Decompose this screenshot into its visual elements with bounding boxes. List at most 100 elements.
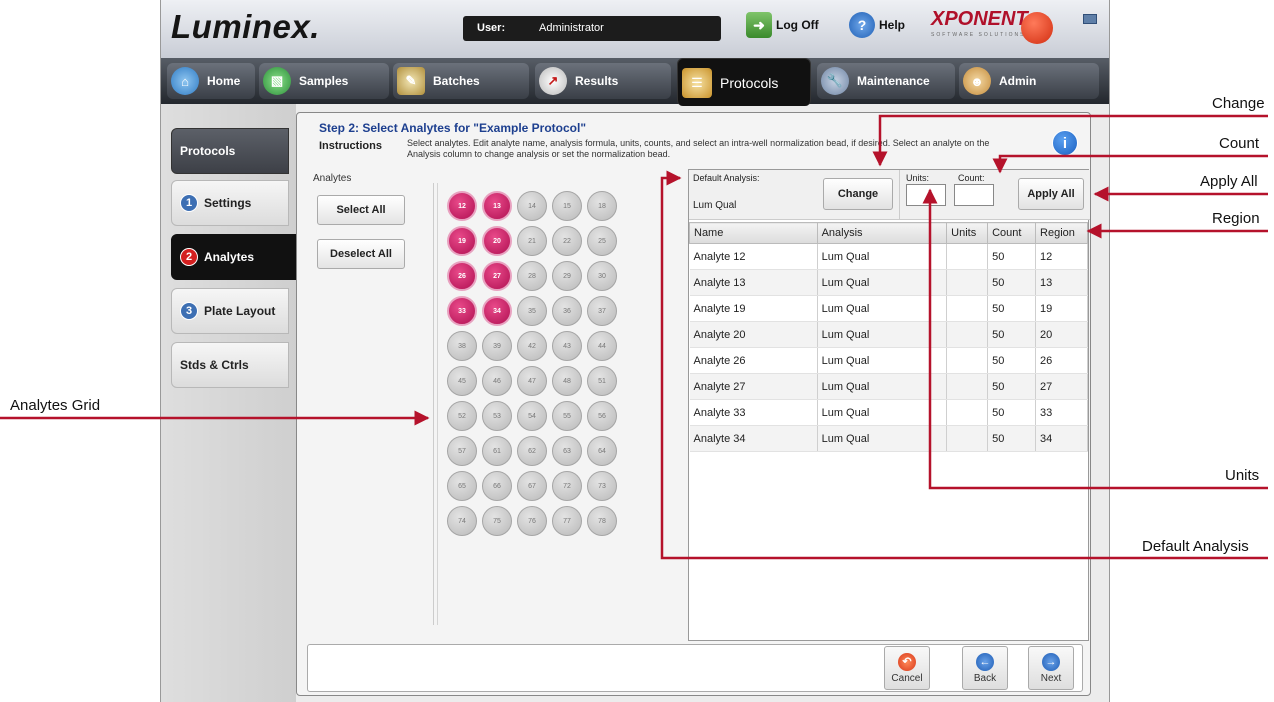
analyte-bead-33[interactable]: 33 bbox=[447, 296, 477, 326]
analyte-bead-12[interactable]: 12 bbox=[447, 191, 477, 221]
table-cell-analysis[interactable]: Lum Qual bbox=[817, 269, 948, 296]
table-cell-units[interactable] bbox=[946, 269, 989, 296]
analyte-bead-62[interactable]: 62 bbox=[517, 436, 547, 466]
tab-protocols[interactable]: ☰ Protocols bbox=[677, 58, 811, 106]
table-cell-units[interactable] bbox=[946, 373, 989, 400]
analyte-bead-54[interactable]: 54 bbox=[517, 401, 547, 431]
table-cell-analysis[interactable]: Lum Qual bbox=[817, 347, 948, 374]
table-cell-units[interactable] bbox=[946, 243, 989, 270]
help-button[interactable]: ? Help bbox=[849, 12, 905, 38]
table-cell-units[interactable] bbox=[946, 399, 989, 426]
analyte-bead-44[interactable]: 44 bbox=[587, 331, 617, 361]
table-cell-name[interactable]: Analyte 26 bbox=[689, 347, 818, 374]
analyte-bead-14[interactable]: 14 bbox=[517, 191, 547, 221]
table-cell-name[interactable]: Analyte 12 bbox=[689, 243, 818, 270]
analyte-bead-52[interactable]: 52 bbox=[447, 401, 477, 431]
info-icon[interactable]: i bbox=[1052, 130, 1078, 156]
table-cell-count[interactable]: 50 bbox=[987, 373, 1037, 400]
analyte-bead-75[interactable]: 75 bbox=[482, 506, 512, 536]
analyte-bead-64[interactable]: 64 bbox=[587, 436, 617, 466]
tab-maintenance[interactable]: 🔧 Maintenance bbox=[817, 63, 955, 99]
table-row[interactable]: Analyte 20 Lum Qual 50 20 bbox=[689, 321, 1088, 348]
analyte-bead-73[interactable]: 73 bbox=[587, 471, 617, 501]
table-row[interactable]: Analyte 26 Lum Qual 50 26 bbox=[689, 347, 1088, 374]
analyte-bead-26[interactable]: 26 bbox=[447, 261, 477, 291]
analyte-bead-39[interactable]: 39 bbox=[482, 331, 512, 361]
sidebar-item-protocols[interactable]: Protocols bbox=[171, 128, 289, 174]
column-header-count[interactable]: Count bbox=[987, 222, 1037, 244]
table-cell-count[interactable]: 50 bbox=[987, 321, 1037, 348]
table-cell-count[interactable]: 50 bbox=[987, 295, 1037, 322]
analyte-bead-74[interactable]: 74 bbox=[447, 506, 477, 536]
analyte-bead-72[interactable]: 72 bbox=[552, 471, 582, 501]
column-header-region[interactable]: Region bbox=[1035, 222, 1088, 244]
analyte-bead-18[interactable]: 18 bbox=[587, 191, 617, 221]
table-cell-count[interactable]: 50 bbox=[987, 399, 1037, 426]
table-cell-analysis[interactable]: Lum Qual bbox=[817, 425, 948, 452]
deselect-all-button[interactable]: Deselect All bbox=[317, 239, 405, 269]
analyte-bead-76[interactable]: 76 bbox=[517, 506, 547, 536]
analyte-bead-42[interactable]: 42 bbox=[517, 331, 547, 361]
table-cell-region[interactable]: 13 bbox=[1035, 269, 1088, 296]
tab-results[interactable]: ↗ Results bbox=[535, 63, 671, 99]
analyte-bead-21[interactable]: 21 bbox=[517, 226, 547, 256]
analyte-bead-77[interactable]: 77 bbox=[552, 506, 582, 536]
analyte-bead-53[interactable]: 53 bbox=[482, 401, 512, 431]
analyte-bead-30[interactable]: 30 bbox=[587, 261, 617, 291]
table-cell-region[interactable]: 33 bbox=[1035, 399, 1088, 426]
window-minimize-button[interactable] bbox=[1083, 14, 1097, 24]
tab-batches[interactable]: ✎ Batches bbox=[393, 63, 529, 99]
table-cell-analysis[interactable]: Lum Qual bbox=[817, 399, 948, 426]
analyte-bead-46[interactable]: 46 bbox=[482, 366, 512, 396]
analyte-bead-57[interactable]: 57 bbox=[447, 436, 477, 466]
analyte-bead-20[interactable]: 20 bbox=[482, 226, 512, 256]
table-cell-units[interactable] bbox=[946, 425, 989, 452]
table-row[interactable]: Analyte 33 Lum Qual 50 33 bbox=[689, 399, 1088, 426]
analyte-bead-47[interactable]: 47 bbox=[517, 366, 547, 396]
table-cell-analysis[interactable]: Lum Qual bbox=[817, 373, 948, 400]
analyte-bead-37[interactable]: 37 bbox=[587, 296, 617, 326]
table-cell-units[interactable] bbox=[946, 321, 989, 348]
tab-admin[interactable]: ☻ Admin bbox=[959, 63, 1099, 99]
analyte-bead-66[interactable]: 66 bbox=[482, 471, 512, 501]
select-all-button[interactable]: Select All bbox=[317, 195, 405, 225]
analyte-bead-29[interactable]: 29 bbox=[552, 261, 582, 291]
sidebar-item-plate-layout[interactable]: 3 Plate Layout bbox=[171, 288, 289, 334]
analyte-bead-63[interactable]: 63 bbox=[552, 436, 582, 466]
table-cell-count[interactable]: 50 bbox=[987, 425, 1037, 452]
tab-samples[interactable]: ▧ Samples bbox=[259, 63, 389, 99]
analyte-bead-25[interactable]: 25 bbox=[587, 226, 617, 256]
analyte-bead-36[interactable]: 36 bbox=[552, 296, 582, 326]
count-input[interactable] bbox=[954, 184, 994, 206]
analyte-bead-56[interactable]: 56 bbox=[587, 401, 617, 431]
table-cell-analysis[interactable]: Lum Qual bbox=[817, 321, 948, 348]
analyte-bead-28[interactable]: 28 bbox=[517, 261, 547, 291]
analyte-bead-22[interactable]: 22 bbox=[552, 226, 582, 256]
analyte-bead-19[interactable]: 19 bbox=[447, 226, 477, 256]
table-cell-count[interactable]: 50 bbox=[987, 243, 1037, 270]
table-cell-name[interactable]: Analyte 34 bbox=[689, 425, 818, 452]
analyte-bead-48[interactable]: 48 bbox=[552, 366, 582, 396]
cancel-button[interactable]: ↶ Cancel bbox=[884, 646, 930, 690]
table-cell-region[interactable]: 19 bbox=[1035, 295, 1088, 322]
analyte-bead-78[interactable]: 78 bbox=[587, 506, 617, 536]
analyte-bead-67[interactable]: 67 bbox=[517, 471, 547, 501]
sidebar-item-stds-ctrls[interactable]: Stds & Ctrls bbox=[171, 342, 289, 388]
back-button[interactable]: ← Back bbox=[962, 646, 1008, 690]
sidebar-item-settings[interactable]: 1 Settings bbox=[171, 180, 289, 226]
table-row[interactable]: Analyte 34 Lum Qual 50 34 bbox=[689, 425, 1088, 452]
table-cell-name[interactable]: Analyte 13 bbox=[689, 269, 818, 296]
table-cell-region[interactable]: 12 bbox=[1035, 243, 1088, 270]
table-cell-count[interactable]: 50 bbox=[987, 347, 1037, 374]
analyte-bead-43[interactable]: 43 bbox=[552, 331, 582, 361]
column-header-analysis[interactable]: Analysis bbox=[816, 222, 948, 244]
table-cell-analysis[interactable]: Lum Qual bbox=[817, 295, 948, 322]
analyte-bead-35[interactable]: 35 bbox=[517, 296, 547, 326]
table-cell-units[interactable] bbox=[946, 347, 989, 374]
analyte-bead-15[interactable]: 15 bbox=[552, 191, 582, 221]
next-button[interactable]: → Next bbox=[1028, 646, 1074, 690]
table-cell-analysis[interactable]: Lum Qual bbox=[817, 243, 948, 270]
sidebar-item-analytes[interactable]: 2 Analytes bbox=[171, 234, 301, 280]
table-row[interactable]: Analyte 19 Lum Qual 50 19 bbox=[689, 295, 1088, 322]
table-cell-name[interactable]: Analyte 20 bbox=[689, 321, 818, 348]
